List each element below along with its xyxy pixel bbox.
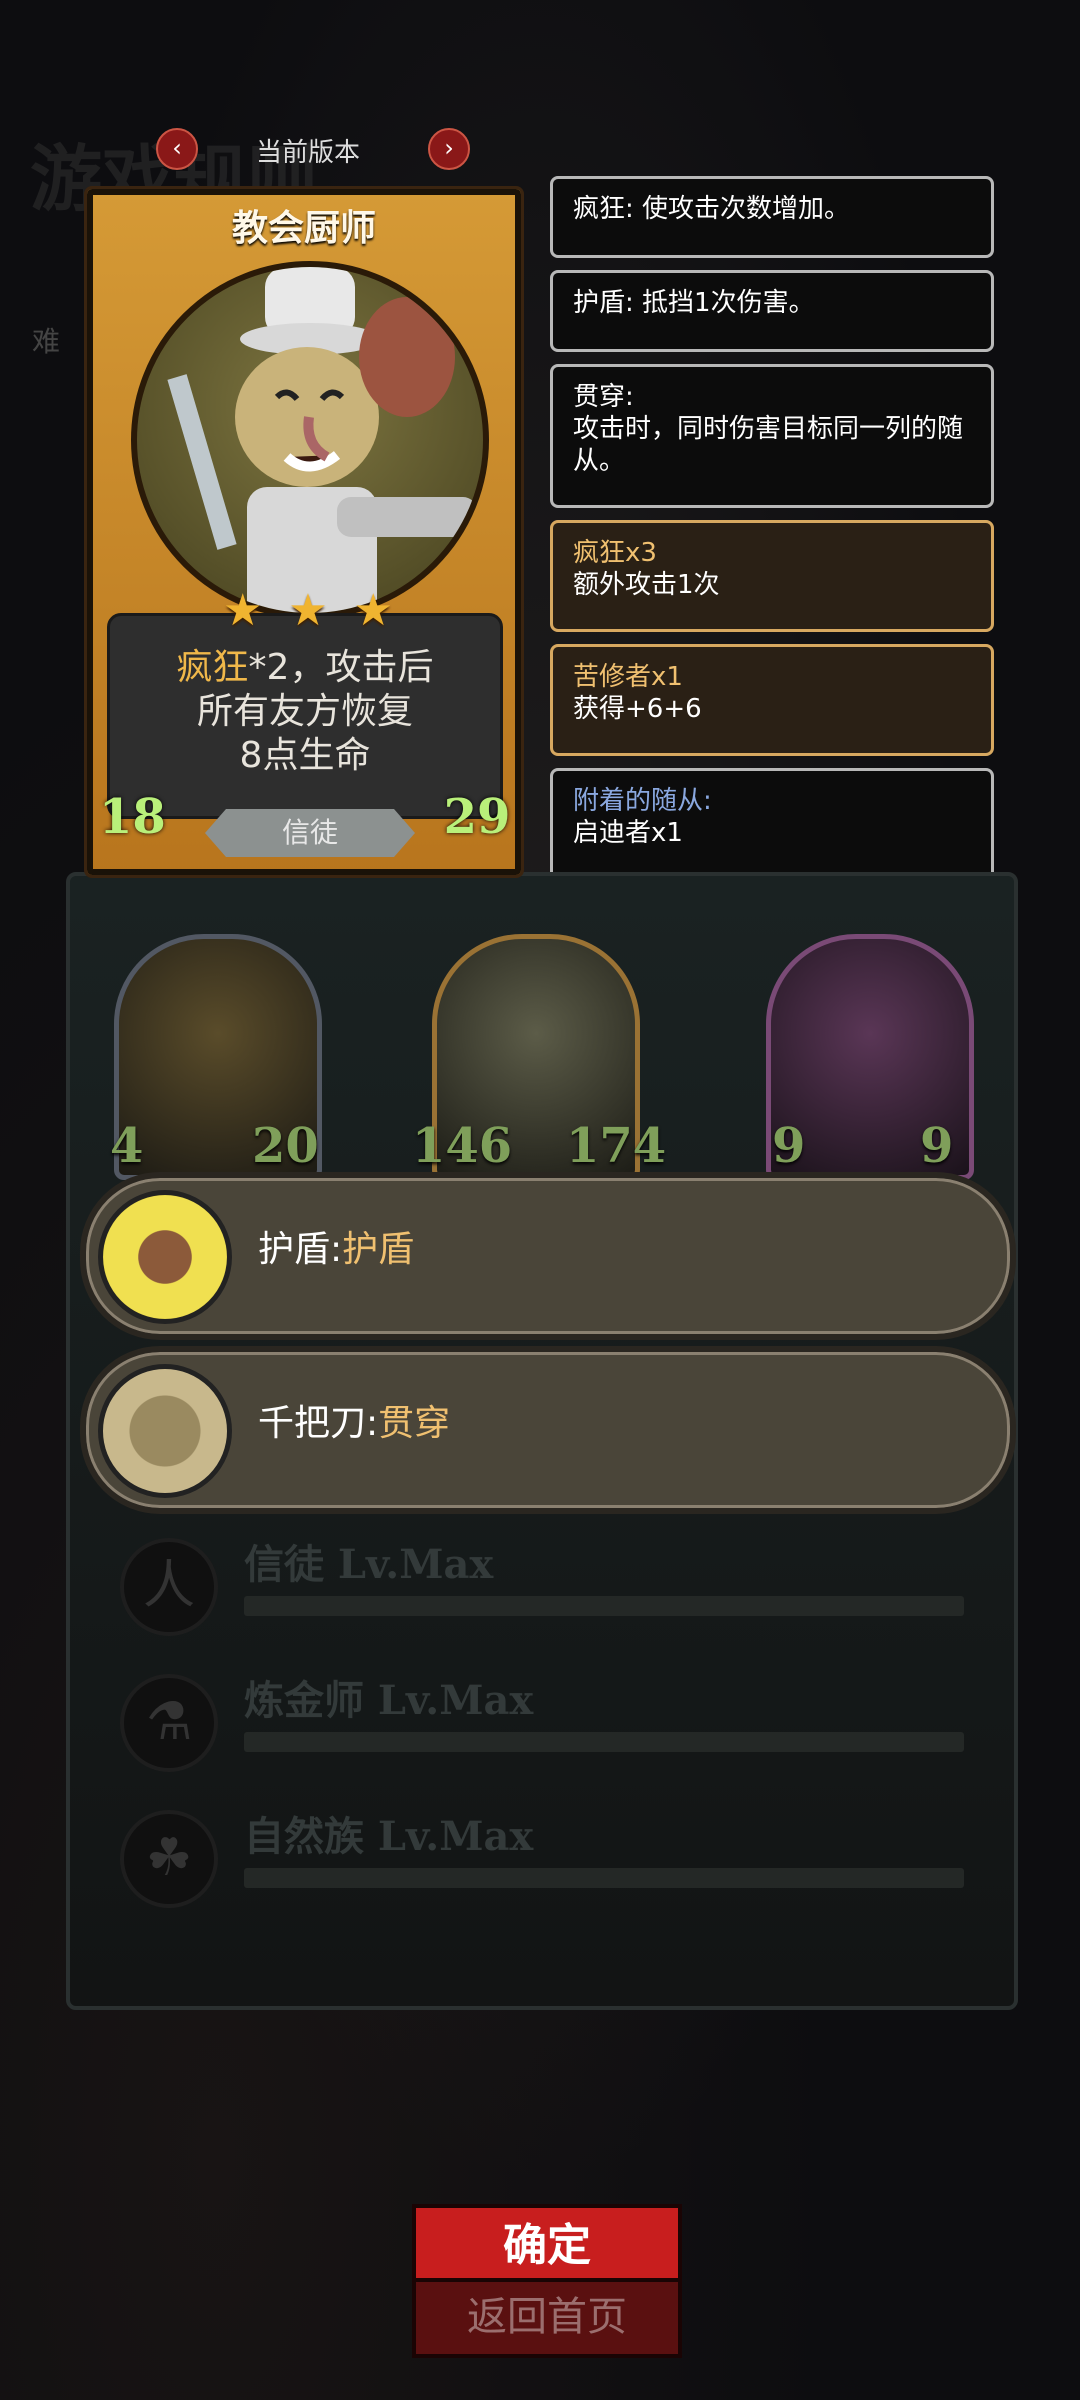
tribe-progress-bar [244,1596,964,1616]
buff-text: 获得+6+6 [573,694,702,724]
card-name: 教会厨师 [231,208,376,249]
buff-text: 额外攻击1次 [573,570,720,600]
desc-line3: 8点生命 [239,735,371,776]
star-icon: ★ [353,585,393,636]
minion-1-health: 20 [252,1118,319,1174]
tribe-row-alchemist: ⚗ 炼金师 Lv.Max [120,1664,970,1774]
nature-icon: ☘ [120,1810,218,1908]
character-portrait [131,261,489,619]
option-label: 千把刀:贯穿 [258,1403,451,1444]
version-label: 当前版本 [255,138,360,168]
tribe-row-nature: ☘ 自然族 Lv.Max [120,1800,970,1910]
keyword-text: 护盾: 抵挡1次伤害。 [573,288,815,318]
prayer-icon: 人 [120,1538,218,1636]
keyword-box-shield: 护盾: 抵挡1次伤害。 [550,270,994,352]
star-rating: ★ ★ ★ [223,585,393,636]
background-side-text: 难 [32,325,61,358]
buff-box-frenzy: 疯狂x3 额外攻击1次 [550,520,994,632]
star-icon: ★ [288,585,328,636]
tribe-progress-bar [244,1732,964,1752]
tribe-level-label: 信徒 Lv.Max [244,1541,494,1588]
keyword-text: 攻击时，同时伤害目标同一列的随从。 [573,414,964,476]
alchemy-icon: ⚗ [120,1674,218,1772]
buff-box-ascetic: 苦修者x1 获得+6+6 [550,644,994,756]
minion-2-health: 174 [566,1118,667,1174]
desc-line2: 所有友方恢复 [196,691,413,732]
star-icon: ★ [223,585,263,636]
health-stat: 29 [443,789,511,845]
minion-2-attack: 146 [412,1118,513,1174]
tribe-tag: 信徒 [205,809,415,857]
chef-illustration [167,267,477,613]
next-version-button[interactable]: › [428,128,470,170]
prev-version-button[interactable]: ‹ [156,128,198,170]
buff-title: 苦修者x1 [573,662,683,692]
version-bar: ‹ 当前版本 › [150,128,470,172]
option-label: 护盾:护盾 [258,1229,415,1270]
character-card: 教会厨师 疯狂*2，攻击后 所有友方恢复 8点生命 ★ ★ ★ 18 信徒 29 [84,186,524,878]
tribe-progress-bar [244,1868,964,1888]
attached-title: 附着的随从: [573,786,712,816]
blades-icon [98,1364,232,1498]
minion-3-health: 9 [920,1118,954,1174]
card-description: 疯狂*2，攻击后 所有友方恢复 8点生命 [110,646,500,778]
buff-title: 疯狂x3 [573,538,657,568]
option-shield[interactable]: 护盾:护盾 [80,1172,1016,1340]
keyword-box-frenzy: 疯狂: 使攻击次数增加。 [550,176,994,258]
attached-minion-box: 附着的随从: 启迪者x1 [550,768,994,872]
shield-hero-icon [98,1190,232,1324]
minion-3-attack: 9 [772,1118,806,1174]
keyword-box-pierce: 贯穿: 攻击时，同时伤害目标同一列的随从。 [550,364,994,508]
tribe-level-label: 自然族 Lv.Max [244,1813,534,1860]
desc-keyword: 疯狂 [176,647,249,688]
desc-line1: *2，攻击后 [248,647,434,688]
minion-1-attack: 4 [110,1118,144,1174]
tribe-level-label: 炼金师 Lv.Max [244,1677,534,1724]
keyword-title: 贯穿: [573,382,634,412]
attack-stat: 18 [99,789,166,845]
attached-text: 启迪者x1 [573,818,683,848]
tribe-row-believer: 人 信徒 Lv.Max [120,1528,970,1638]
back-home-button[interactable]: 返回首页 [412,2278,682,2358]
keyword-text: 疯狂: 使攻击次数增加。 [573,194,851,224]
option-thousand-blades[interactable]: 千把刀:贯穿 [80,1346,1016,1514]
